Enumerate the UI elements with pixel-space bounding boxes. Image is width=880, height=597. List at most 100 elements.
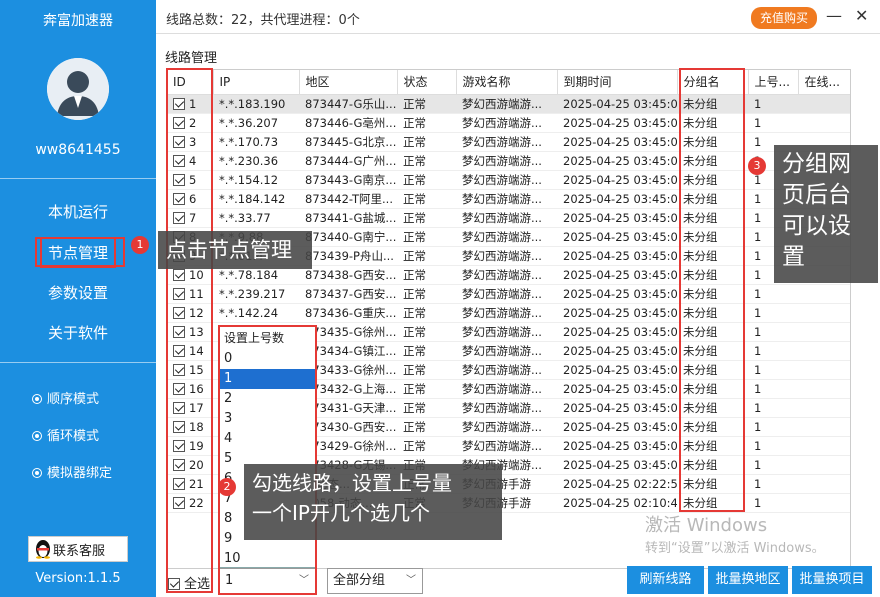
col-header-game[interactable]: 游戏名称 — [456, 70, 558, 95]
cell-text: 正常 — [403, 381, 426, 396]
dropdown-option[interactable]: 0 — [220, 349, 315, 369]
row-checkbox[interactable] — [173, 135, 185, 148]
col-header-status[interactable]: 状态 — [397, 70, 457, 95]
col-header-region[interactable]: 地区 — [299, 70, 398, 95]
row-checkbox[interactable] — [173, 439, 185, 452]
cell-text: 梦幻西游端游... — [462, 381, 542, 396]
cell-text: 梦幻西游端游... — [462, 248, 542, 263]
mode-emulator-bind[interactable]: 模拟器绑定 — [32, 462, 112, 481]
row-checkbox[interactable] — [173, 268, 185, 281]
cell-text: 1 — [754, 343, 762, 358]
cell-text: 1 — [754, 400, 762, 415]
row-checkbox[interactable] — [173, 306, 185, 319]
cell-text: 2025-04-25 03:45:01 — [563, 457, 677, 472]
table-row[interactable]: 7 *.*.33.77 873441-G盐城... 正常 梦幻西游端游... 2025-0… — [167, 208, 850, 228]
cell-text: *.*.78.184 — [219, 267, 279, 282]
cell-text: 梦幻西游端游... — [462, 96, 542, 111]
cell-online — [798, 360, 850, 380]
row-checkbox[interactable] — [173, 344, 185, 357]
row-checkbox[interactable] — [173, 458, 185, 471]
cell-text: 2025-04-25 03:45:03 — [563, 324, 677, 339]
close-icon[interactable]: ✕ — [855, 6, 868, 25]
batch-region-button[interactable]: 批量换地区 — [708, 566, 788, 594]
batch-project-button[interactable]: 批量换项目 — [792, 566, 872, 594]
cell-game: 梦幻西游端游... — [456, 322, 557, 342]
cell-id: 18 — [167, 417, 213, 437]
row-checkbox[interactable] — [173, 363, 185, 376]
col-header-expire[interactable]: 到期时间 — [557, 70, 678, 95]
table-row[interactable]: 3 *.*.170.73 873445-G北京... 正常 梦幻西游端游... 2025-… — [167, 132, 850, 152]
table-row[interactable]: 12 *.*.142.24 873436-G重庆... 正常 梦幻西游端游... 2025… — [167, 303, 850, 323]
nav-local-run[interactable]: 本机运行 — [0, 201, 156, 222]
nav-params[interactable]: 参数设置 — [0, 282, 156, 303]
cell-text: 21 — [189, 476, 204, 491]
row-checkbox[interactable] — [173, 192, 185, 205]
cell-online — [798, 341, 850, 361]
cell-text: 873447-G乐山... — [305, 96, 397, 111]
cell-text: 1 — [754, 419, 762, 434]
table-row[interactable]: 6 *.*.184.142 873442-T阿里... 正常 梦幻西游端游... 2025… — [167, 189, 850, 209]
cell-ip: *.*.154.12 — [213, 170, 299, 190]
dropdown-option[interactable]: 10 — [220, 549, 315, 569]
table-header: ID IP 地区 状态 游戏名称 到期时间 分组名 上号... 在线... — [167, 70, 850, 95]
row-checkbox[interactable] — [173, 173, 185, 186]
cell-text: 梦幻西游端游... — [462, 324, 542, 339]
user-avatar-icon — [47, 58, 109, 120]
cell-text: 12 — [189, 305, 204, 320]
row-checkbox[interactable] — [173, 382, 185, 395]
cell-text: 未分组 — [683, 419, 718, 434]
table-row[interactable]: 2 *.*.36.207 873446-G亳州... 正常 梦幻西游端游... 2025-… — [167, 113, 850, 133]
cell-text: 2 — [189, 115, 197, 130]
cell-text: *.*.230.36 — [219, 153, 279, 168]
nav-about[interactable]: 关于软件 — [0, 322, 156, 343]
cell-text: 2025-04-25 03:45:06 — [563, 134, 677, 149]
row-checkbox[interactable] — [173, 211, 185, 224]
login-count-select[interactable]: 1 ﹀ — [219, 568, 316, 594]
cell-text: 2025-04-25 03:45:04 — [563, 248, 677, 263]
refresh-routes-button[interactable]: 刷新线路 — [627, 566, 704, 594]
cell-status: 正常 — [397, 379, 456, 399]
mode-sequential[interactable]: 顺序模式 — [32, 388, 99, 407]
col-header-online[interactable]: 在线... — [798, 70, 850, 95]
table-row[interactable]: 5 *.*.154.12 873443-G南京... 正常 梦幻西游端游... 2025-… — [167, 170, 850, 190]
cell-text: 1 — [754, 267, 762, 282]
minimize-icon[interactable]: — — [826, 6, 842, 25]
contact-support-button[interactable]: 联系客服 — [28, 536, 128, 562]
dropdown-option[interactable]: 4 — [220, 429, 315, 449]
cell-text: *.*.33.77 — [219, 210, 271, 225]
sidebar-divider — [0, 178, 156, 179]
row-checkbox[interactable] — [173, 401, 185, 414]
col-header-group[interactable]: 分组名 — [677, 70, 749, 95]
row-checkbox[interactable] — [173, 97, 185, 110]
col-header-ip[interactable]: IP — [213, 70, 300, 95]
table-row[interactable]: 1 *.*.183.190 873447-G乐山... 正常 梦幻西游端游... 2025… — [167, 94, 850, 114]
col-header-id[interactable]: ID — [167, 70, 214, 95]
row-checkbox[interactable] — [173, 420, 185, 433]
row-checkbox[interactable] — [173, 477, 185, 490]
row-checkbox[interactable] — [173, 496, 185, 509]
col-header-logins[interactable]: 上号... — [748, 70, 799, 95]
group-select[interactable]: 全部分组 ﹀ — [327, 568, 423, 594]
dropdown-option[interactable]: 3 — [220, 409, 315, 429]
cell-id: 15 — [167, 360, 213, 380]
row-checkbox[interactable] — [173, 287, 185, 300]
dropdown-option[interactable]: 1 — [220, 369, 315, 389]
cell-region: 873440-G南宁... — [299, 227, 397, 247]
cell-logins: 1 — [748, 284, 798, 304]
row-checkbox[interactable] — [173, 325, 185, 338]
cell-text: 正常 — [403, 248, 426, 263]
select-all-checkbox[interactable]: 全选 — [168, 573, 210, 592]
table-row[interactable]: 11 *.*.239.217 873437-G西安... 正常 梦幻西游端游... 202… — [167, 284, 850, 304]
cell-region: 873438-G西安... — [299, 265, 397, 285]
cell-ip: *.*.142.24 — [213, 303, 299, 323]
row-checkbox[interactable] — [173, 116, 185, 129]
cell-game: 梦幻西游端游... — [456, 360, 557, 380]
cell-text: 17 — [189, 400, 204, 415]
row-checkbox[interactable] — [173, 154, 185, 167]
mode-loop[interactable]: 循环模式 — [32, 425, 99, 444]
cell-text: 873446-G亳州... — [305, 115, 397, 130]
cell-text: 873434-G镇江... — [305, 343, 397, 358]
dropdown-option[interactable]: 2 — [220, 389, 315, 409]
recharge-button[interactable]: 充值购买 — [751, 7, 817, 29]
cell-id: 11 — [167, 284, 213, 304]
